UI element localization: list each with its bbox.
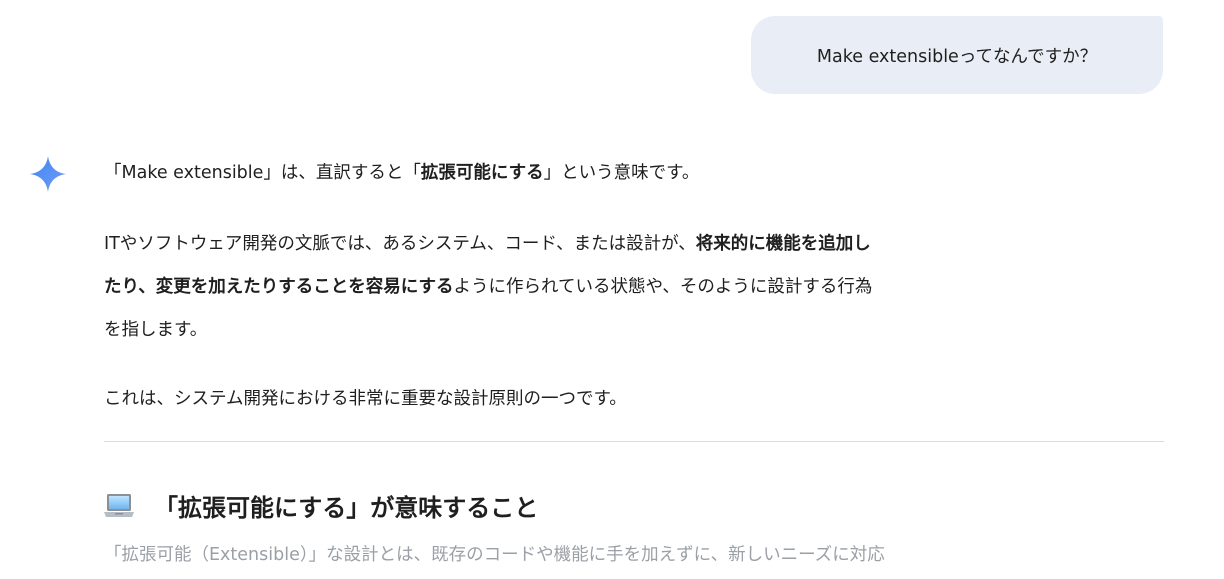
section-heading: 「拡張可能にする」が意味すること — [104, 480, 538, 530]
p1-text-a: 「Make extensible」は、直訳すると「 — [104, 163, 421, 183]
gemini-sparkle-icon — [29, 155, 67, 193]
response-paragraph-1: 「Make extensible」は、直訳すると「拡張可能にする」という意味です… — [104, 156, 699, 190]
section-divider — [104, 441, 1164, 442]
section-body-text: 「拡張可能（Extensible）」な設計とは、既存のコードや機能に手を加えずに… — [104, 545, 885, 565]
p2-line1-bold: 将来的に機能を追加し — [695, 234, 871, 254]
response-paragraph-2-line-2: たり、変更を加えたりすることを容易にするように作られている状態や、そのように設計… — [104, 270, 872, 304]
user-message-text: Make extensibleってなんですか？ — [816, 46, 1098, 67]
laptop-icon — [104, 492, 134, 518]
section-heading-text: 「拡張可能にする」が意味すること — [154, 493, 539, 522]
p2-line3-text: を指します。 — [104, 320, 208, 340]
user-message-bubble: Make extensibleってなんですか？ — [751, 16, 1163, 94]
response-paragraph-2-line-1: ITやソフトウェア開発の文脈では、あるシステム、コード、または設計が、将来的に機… — [104, 227, 871, 261]
response-paragraph-3: これは、システム開発における非常に重要な設計原則の一つです。 — [104, 382, 627, 416]
p1-text-c: 」という意味です。 — [543, 163, 700, 183]
p2-line2-bold: たり、変更を加えたりすることを容易にする — [104, 277, 454, 297]
p3-text: これは、システム開発における非常に重要な設計原則の一つです。 — [104, 389, 627, 409]
p1-text-bold: 拡張可能にする — [420, 163, 544, 183]
p2-line2-text: ように作られている状態や、そのように設計する行為 — [453, 277, 873, 297]
p2-line1-text: ITやソフトウェア開発の文脈では、あるシステム、コード、または設計が、 — [104, 234, 696, 254]
response-paragraph-2-line-3: を指します。 — [104, 313, 207, 347]
chat-page: Make extensibleってなんですか？ 「Make extensible… — [0, 0, 1224, 579]
